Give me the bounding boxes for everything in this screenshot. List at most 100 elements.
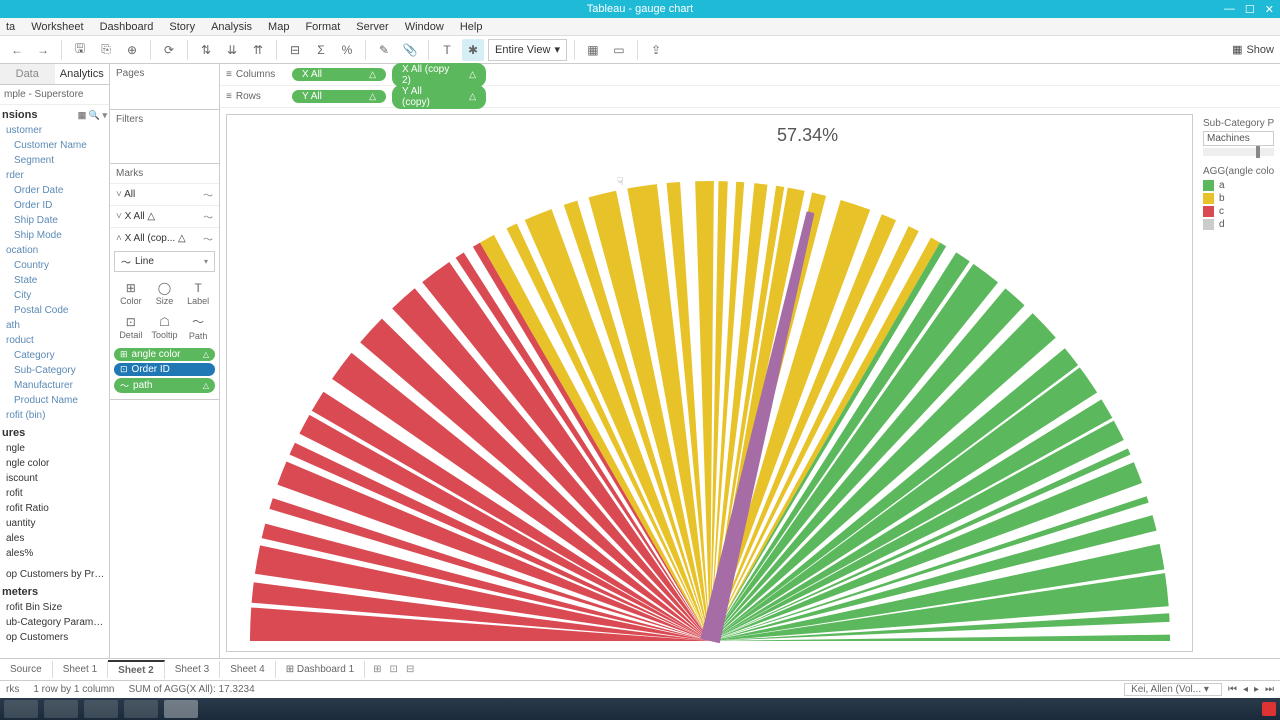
analytics-tab[interactable]: Analytics [55,64,110,85]
data-source-tab[interactable]: Source [0,661,53,678]
save-icon[interactable]: 🖫 [69,39,91,61]
task-close-icon[interactable] [1262,702,1276,716]
legend-item[interactable]: d [1203,218,1274,231]
menu-item[interactable]: Window [405,21,444,33]
field-item[interactable]: ath [0,318,109,333]
field-item[interactable]: Manufacturer [0,378,109,393]
menu-item[interactable]: Story [169,21,195,33]
new-worksheet-icon[interactable]: ⊞ [373,664,381,675]
new-sheet-icon[interactable]: ⊕ [121,39,143,61]
data-source[interactable]: mple - Superstore [0,85,109,105]
sheet-tab[interactable]: Sheet 2 [108,660,165,679]
field-item[interactable]: Order Date [0,183,109,198]
field-item[interactable]: uantity [0,516,109,531]
field-item[interactable]: rofit (bin) [0,408,109,423]
field-item[interactable]: City [0,288,109,303]
size-card[interactable]: ◯Size [148,276,182,310]
data-tab[interactable]: Data [0,64,55,85]
tooltip-card[interactable]: ☖Tooltip [148,310,182,344]
label-icon[interactable]: T [436,39,458,61]
menu-item[interactable]: Map [268,21,289,33]
field-item[interactable]: Category [0,348,109,363]
param-value[interactable]: Machines [1203,131,1274,146]
sheet-tab[interactable]: Sheet 3 [165,661,220,678]
totals-icon[interactable]: Σ [310,39,332,61]
columns-pill-xall-copy2[interactable]: X All (copy 2)△ [392,63,486,87]
new-data-icon[interactable]: ⎘ [95,39,117,61]
pin-icon[interactable]: 📎 [399,39,421,61]
nav-first-icon[interactable]: ⏮ [1228,684,1237,695]
swap-icon[interactable]: ⇅ [195,39,217,61]
pages-shelf[interactable]: Pages [110,64,219,83]
field-item[interactable]: Customer Name [0,138,109,153]
field-item[interactable]: Segment [0,153,109,168]
field-item[interactable]: ustomer [0,123,109,138]
share-icon[interactable]: ⇪ [645,39,667,61]
field-item[interactable]: State [0,273,109,288]
highlight-icon[interactable]: ✎ [373,39,395,61]
param-slider[interactable] [1203,148,1274,156]
field-item[interactable]: ngle color [0,456,109,471]
path-card[interactable]: ～Path [181,310,215,344]
mark-pill[interactable]: ⊞angle color△ [114,348,215,361]
back-icon[interactable]: ← [6,39,28,61]
mark-type-dropdown[interactable]: ～Line▾ [114,251,215,272]
show-me-label[interactable]: Show [1246,44,1274,56]
rows-pill-yall[interactable]: Y All△ [292,90,386,103]
menu-item[interactable]: Dashboard [100,21,154,33]
field-item[interactable]: ub-Category Parameter [0,615,109,630]
marks-xall-copy[interactable]: ˄ X All (cop... △～ [110,227,219,249]
field-item[interactable]: Product Name [0,393,109,408]
mark-label-icon[interactable]: ✱ [462,39,484,61]
show-me-icon[interactable]: ▦ [1232,43,1242,56]
menu-item[interactable]: Format [305,21,340,33]
menu-item[interactable]: Analysis [211,21,252,33]
field-item[interactable]: iscount [0,471,109,486]
dashboard-tab[interactable]: ⊞ Dashboard 1 [276,661,365,678]
color-card[interactable]: ⊞Color [114,276,148,310]
cards-icon[interactable]: ▦ [582,39,604,61]
task-tools-icon[interactable] [124,700,158,718]
columns-pill-xall[interactable]: X All△ [292,68,386,81]
maximize-icon[interactable]: ☐ [1245,3,1255,16]
field-item[interactable]: roduct [0,333,109,348]
field-item[interactable]: ngle [0,441,109,456]
task-explorer-icon[interactable] [4,700,38,718]
field-item[interactable]: Postal Code [0,303,109,318]
refresh-icon[interactable]: ⟳ [158,39,180,61]
field-item[interactable]: op Customers [0,630,109,645]
label-card[interactable]: TLabel [181,276,215,310]
task-folder-icon[interactable] [84,700,118,718]
task-tableau-icon[interactable] [164,700,198,718]
rows-pill-yall-copy[interactable]: Y All (copy)△ [392,85,486,109]
field-item[interactable]: rder [0,168,109,183]
field-item[interactable]: Ship Mode [0,228,109,243]
legend-item[interactable]: a [1203,179,1274,192]
field-item[interactable]: Sub-Category [0,363,109,378]
field-item[interactable]: ales% [0,546,109,561]
new-dashboard-icon[interactable]: ⊡ [390,664,398,675]
legend-item[interactable]: b [1203,192,1274,205]
menu-item[interactable]: Help [460,21,483,33]
field-item[interactable]: Country [0,258,109,273]
percent-icon[interactable]: % [336,39,358,61]
field-item[interactable]: ocation [0,243,109,258]
legend-item[interactable]: c [1203,205,1274,218]
marks-xall[interactable]: ˅ X All △～ [110,205,219,227]
detail-card[interactable]: ⊡Detail [114,310,148,344]
task-app-icon[interactable] [44,700,78,718]
marks-all[interactable]: ˅ All～ [110,183,219,205]
field-item[interactable]: Ship Date [0,213,109,228]
nav-prev-icon[interactable]: ◂ [1243,684,1248,695]
menu-item[interactable]: Worksheet [31,21,83,33]
present-icon[interactable]: ▭ [608,39,630,61]
field-item[interactable]: op Customers by Profit [0,567,109,582]
field-item[interactable]: rofit Bin Size [0,600,109,615]
field-item[interactable]: rofit [0,486,109,501]
forward-icon[interactable]: → [32,39,54,61]
sort-desc-icon[interactable]: ⇈ [247,39,269,61]
new-story-icon[interactable]: ⊟ [406,664,414,675]
menu-item[interactable]: Server [356,21,388,33]
filters-shelf[interactable]: Filters [110,110,219,129]
nav-next-icon[interactable]: ▸ [1254,684,1259,695]
